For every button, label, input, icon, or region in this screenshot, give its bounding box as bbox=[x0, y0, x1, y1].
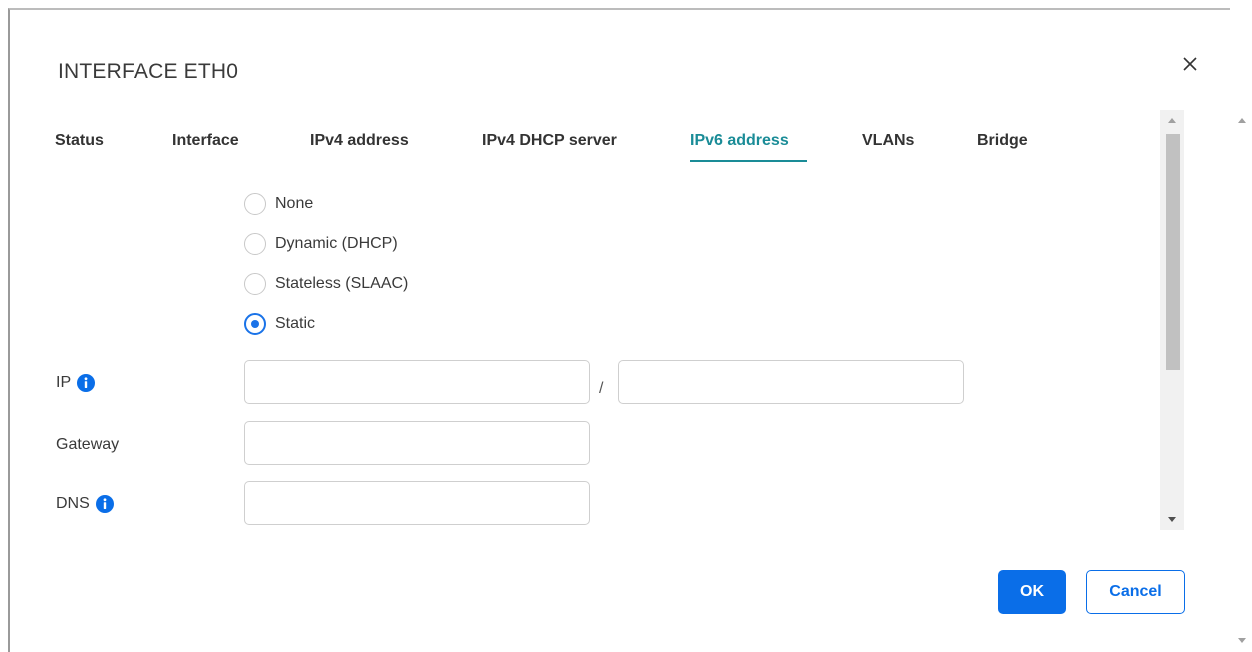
scroll-down-arrow-icon[interactable] bbox=[1168, 517, 1176, 522]
tab-bar: Status Interface IPv4 address IPv4 DHCP … bbox=[10, 128, 1160, 168]
radio-button[interactable] bbox=[244, 193, 266, 215]
content-scrollbar[interactable] bbox=[1160, 110, 1184, 530]
close-icon bbox=[1183, 57, 1197, 71]
ip-label-group: IP bbox=[56, 374, 96, 392]
cancel-button[interactable]: Cancel bbox=[1086, 570, 1185, 614]
gateway-label: Gateway bbox=[56, 436, 120, 453]
active-tab-indicator bbox=[690, 160, 807, 162]
interface-dialog: INTERFACE ETH0 Status Interface IPv4 add… bbox=[8, 8, 1230, 652]
tab-vlans[interactable]: VLANs bbox=[862, 132, 914, 150]
dialog-title: INTERFACE ETH0 bbox=[58, 60, 239, 83]
page-scrollbar[interactable] bbox=[1232, 0, 1252, 650]
radio-label: None bbox=[275, 195, 314, 212]
tab-status[interactable]: Status bbox=[55, 132, 104, 150]
tab-ipv4-dhcp-server[interactable]: IPv4 DHCP server bbox=[482, 132, 617, 150]
page-scroll-down-icon[interactable] bbox=[1238, 638, 1246, 643]
radio-label: Stateless (SLAAC) bbox=[275, 275, 409, 292]
dns-input[interactable] bbox=[244, 481, 590, 525]
radio-button[interactable] bbox=[244, 233, 266, 255]
radio-option-slaac[interactable]: Stateless (SLAAC) bbox=[244, 271, 408, 297]
info-icon[interactable] bbox=[77, 374, 96, 392]
radio-button-selected[interactable] bbox=[244, 313, 266, 335]
dns-label: DNS bbox=[56, 495, 90, 512]
ip-prefix-input[interactable] bbox=[618, 360, 964, 404]
tab-ipv6-address[interactable]: IPv6 address bbox=[690, 132, 789, 150]
close-button[interactable] bbox=[1176, 50, 1204, 78]
ip-label: IP bbox=[56, 374, 72, 391]
radio-option-static[interactable]: Static bbox=[244, 311, 315, 337]
ok-button[interactable]: OK bbox=[998, 570, 1066, 614]
scrollbar-thumb[interactable] bbox=[1166, 134, 1180, 370]
radio-label: Static bbox=[275, 315, 316, 332]
radio-option-none[interactable]: None bbox=[244, 191, 313, 217]
tab-bridge[interactable]: Bridge bbox=[977, 132, 1028, 150]
page-scroll-up-icon[interactable] bbox=[1238, 118, 1246, 123]
prefix-separator: / bbox=[599, 380, 604, 397]
scroll-up-arrow-icon[interactable] bbox=[1168, 118, 1176, 123]
radio-label: Dynamic (DHCP) bbox=[275, 235, 398, 252]
tab-interface[interactable]: Interface bbox=[172, 132, 239, 150]
gateway-input[interactable] bbox=[244, 421, 590, 465]
radio-option-dhcp[interactable]: Dynamic (DHCP) bbox=[244, 231, 398, 257]
radio-button[interactable] bbox=[244, 273, 266, 295]
tab-ipv4-address[interactable]: IPv4 address bbox=[310, 132, 409, 150]
info-icon[interactable] bbox=[95, 495, 114, 513]
ip-address-input[interactable] bbox=[244, 360, 590, 404]
dns-label-group: DNS bbox=[56, 495, 114, 513]
